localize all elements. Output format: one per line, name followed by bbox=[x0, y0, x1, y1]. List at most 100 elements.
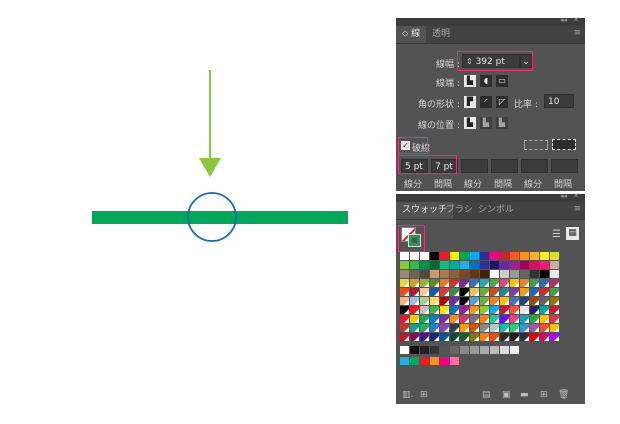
color-swatch[interactable] bbox=[440, 315, 449, 323]
color-swatch[interactable] bbox=[400, 315, 409, 323]
color-swatch[interactable] bbox=[500, 279, 509, 287]
color-swatch[interactable] bbox=[470, 306, 479, 314]
gray-swatch[interactable] bbox=[410, 346, 419, 354]
color-swatch[interactable] bbox=[460, 261, 469, 269]
color-swatch[interactable] bbox=[500, 270, 509, 278]
color-swatch[interactable] bbox=[450, 333, 459, 341]
color-swatch[interactable] bbox=[440, 279, 449, 287]
color-swatch[interactable] bbox=[550, 324, 559, 332]
color-swatch[interactable] bbox=[510, 288, 519, 296]
color-swatch[interactable] bbox=[490, 297, 499, 305]
color-swatch[interactable] bbox=[510, 333, 519, 341]
color-swatch[interactable] bbox=[460, 324, 469, 332]
close-icon[interactable]: ✕ bbox=[573, 192, 579, 200]
color-swatch[interactable] bbox=[500, 288, 509, 296]
swatches-titlebar[interactable]: ◂◂ ✕ bbox=[396, 192, 585, 202]
color-swatch[interactable] bbox=[480, 324, 489, 332]
color-swatch[interactable] bbox=[550, 306, 559, 314]
preserve-dash-icon[interactable] bbox=[524, 140, 548, 150]
color-swatch[interactable] bbox=[490, 306, 499, 314]
color-swatch[interactable] bbox=[400, 297, 409, 305]
show-kinds-icon[interactable]: ⊞ bbox=[420, 390, 428, 400]
color-swatch[interactable] bbox=[490, 288, 499, 296]
color-swatch[interactable] bbox=[470, 261, 479, 269]
color-swatch[interactable] bbox=[550, 261, 559, 269]
color-swatch[interactable] bbox=[450, 324, 459, 332]
color-swatch[interactable] bbox=[430, 252, 439, 260]
color-swatch[interactable] bbox=[480, 279, 489, 287]
gray-swatch[interactable] bbox=[480, 346, 489, 354]
color-swatch[interactable] bbox=[460, 306, 469, 314]
color-swatch[interactable] bbox=[440, 333, 449, 341]
color-swatch[interactable] bbox=[480, 270, 489, 278]
color-swatch[interactable] bbox=[420, 261, 429, 269]
color-swatch[interactable] bbox=[530, 315, 539, 323]
color-swatch[interactable] bbox=[460, 252, 469, 260]
gray-swatch[interactable] bbox=[420, 346, 429, 354]
color-swatch[interactable] bbox=[550, 333, 559, 341]
color-swatch[interactable] bbox=[550, 270, 559, 278]
color-swatch[interactable] bbox=[470, 279, 479, 287]
color-swatch[interactable] bbox=[410, 279, 419, 287]
color-swatch[interactable] bbox=[540, 297, 549, 305]
gray-swatch[interactable] bbox=[440, 346, 449, 354]
color-swatch[interactable] bbox=[520, 315, 529, 323]
tab-transparency[interactable]: 透明 bbox=[426, 26, 456, 43]
color-swatch[interactable] bbox=[400, 324, 409, 332]
color-swatch[interactable] bbox=[480, 315, 489, 323]
color-swatch[interactable] bbox=[420, 252, 429, 260]
color-swatch[interactable] bbox=[460, 315, 469, 323]
color-group-icon[interactable]: ▣ bbox=[502, 390, 511, 400]
color-swatch[interactable] bbox=[430, 261, 439, 269]
color-swatch[interactable] bbox=[440, 270, 449, 278]
artboard-canvas[interactable] bbox=[0, 0, 396, 420]
color-swatch[interactable] bbox=[520, 279, 529, 287]
color-swatch[interactable] bbox=[400, 306, 409, 314]
color-swatch[interactable] bbox=[450, 261, 459, 269]
color-swatch[interactable] bbox=[520, 252, 529, 260]
round-join-icon[interactable]: ◜ bbox=[480, 96, 492, 108]
color-swatch[interactable] bbox=[540, 288, 549, 296]
align-center-icon[interactable]: ▙ bbox=[464, 117, 476, 129]
color-swatch[interactable] bbox=[510, 270, 519, 278]
color-swatch[interactable] bbox=[400, 288, 409, 296]
color-swatch[interactable] bbox=[500, 297, 509, 305]
color-swatch[interactable] bbox=[510, 306, 519, 314]
color-swatch[interactable] bbox=[530, 288, 539, 296]
color-swatch[interactable] bbox=[460, 297, 469, 305]
color-swatch[interactable] bbox=[530, 279, 539, 287]
panel-titlebar[interactable]: ◂◂ ✕ bbox=[396, 16, 585, 26]
color-swatch[interactable] bbox=[440, 288, 449, 296]
new-swatch-icon[interactable]: ⊞ bbox=[540, 390, 548, 400]
color-swatch[interactable] bbox=[490, 324, 499, 332]
color-swatch[interactable] bbox=[500, 333, 509, 341]
color-swatch[interactable] bbox=[410, 252, 419, 260]
color-swatch[interactable] bbox=[450, 315, 459, 323]
color-swatch[interactable] bbox=[520, 324, 529, 332]
gray-swatch[interactable] bbox=[490, 346, 499, 354]
gap-3-input[interactable] bbox=[551, 159, 578, 173]
color-swatch[interactable] bbox=[420, 324, 429, 332]
color-swatch[interactable] bbox=[490, 270, 499, 278]
miter-join-icon[interactable]: ▛ bbox=[464, 96, 476, 108]
color-swatch[interactable] bbox=[520, 261, 529, 269]
color-swatch[interactable] bbox=[430, 324, 439, 332]
color-swatch[interactable] bbox=[510, 297, 519, 305]
color-swatch[interactable] bbox=[410, 297, 419, 305]
color-swatch[interactable] bbox=[490, 252, 499, 260]
color-swatch[interactable] bbox=[450, 252, 459, 260]
group-swatch[interactable] bbox=[410, 357, 419, 365]
color-swatch[interactable] bbox=[530, 252, 539, 260]
color-swatch[interactable] bbox=[430, 333, 439, 341]
color-swatch[interactable] bbox=[530, 324, 539, 332]
color-swatch[interactable] bbox=[470, 252, 479, 260]
color-swatch[interactable] bbox=[420, 297, 429, 305]
color-swatch[interactable] bbox=[540, 333, 549, 341]
color-swatch[interactable] bbox=[460, 270, 469, 278]
color-swatch[interactable] bbox=[540, 306, 549, 314]
color-swatch[interactable] bbox=[420, 288, 429, 296]
color-swatch[interactable] bbox=[470, 324, 479, 332]
color-swatch[interactable] bbox=[550, 288, 559, 296]
close-icon[interactable]: ✕ bbox=[573, 16, 579, 24]
gap-2-input[interactable] bbox=[491, 159, 518, 173]
